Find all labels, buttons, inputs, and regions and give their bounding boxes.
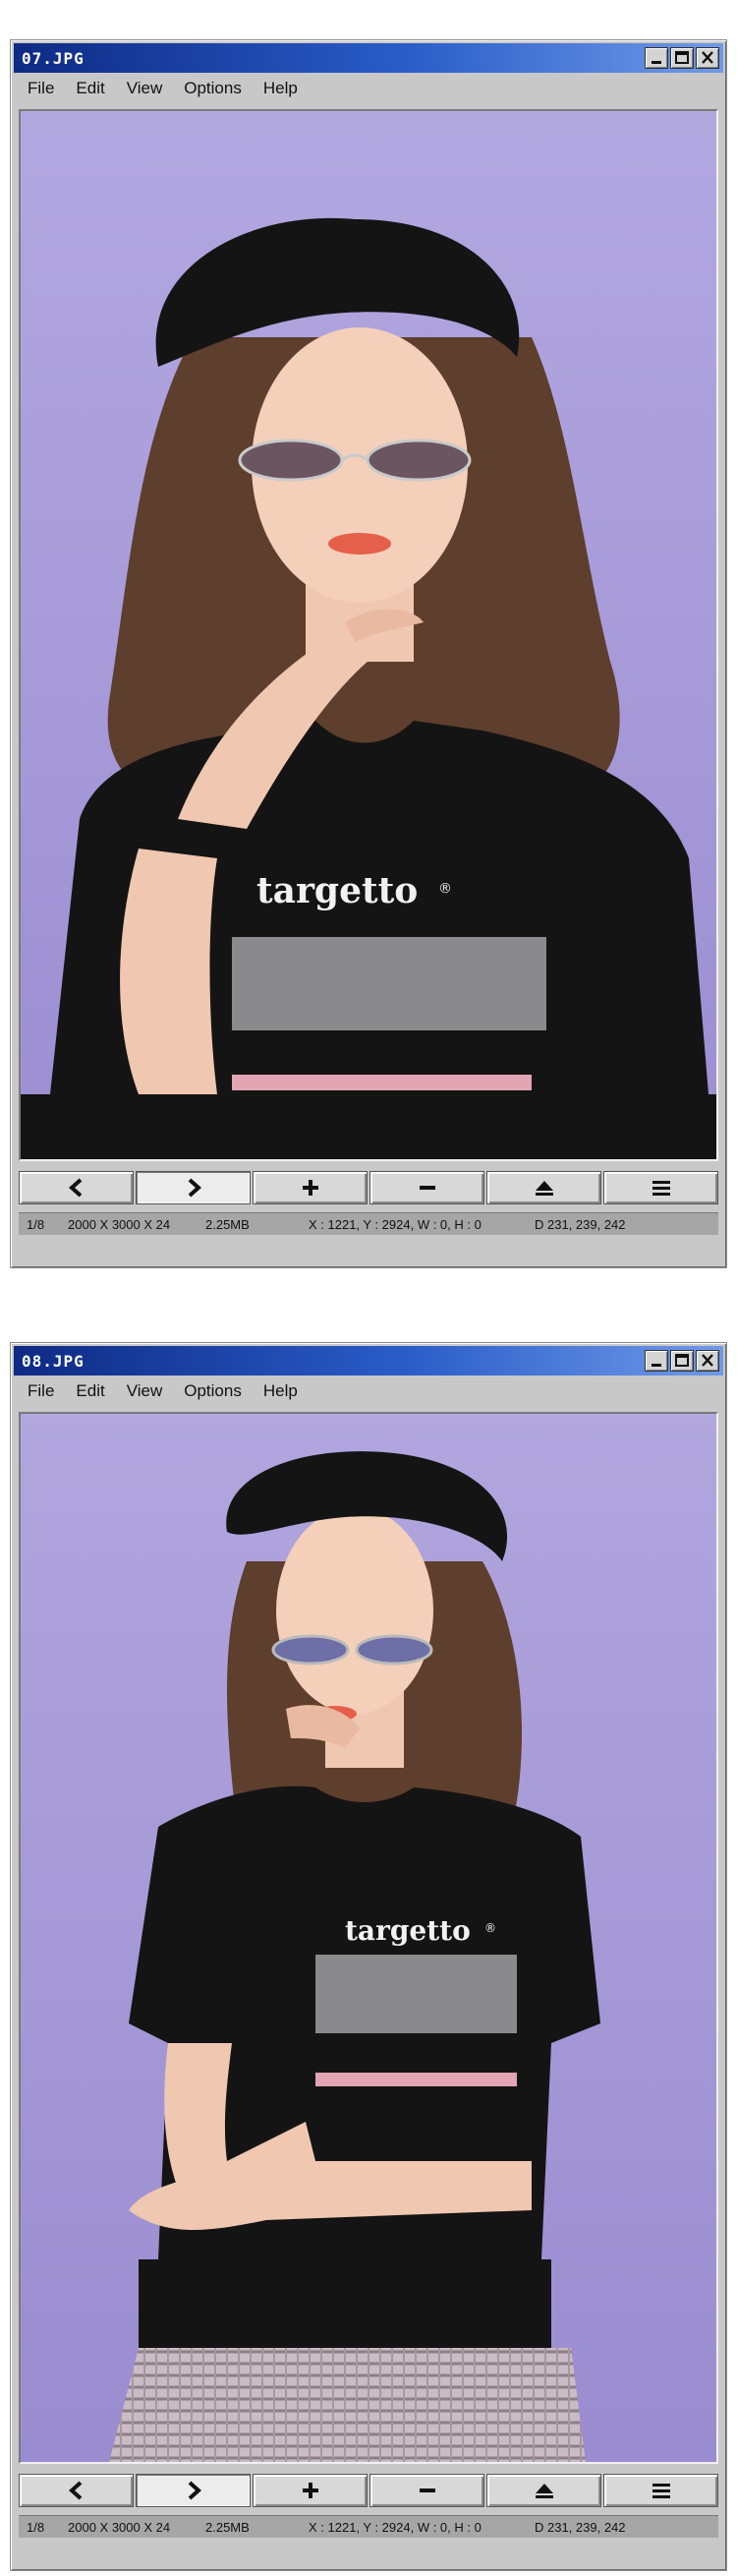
menu-file[interactable]: File [28, 79, 54, 98]
zoom-in-button[interactable] [253, 1171, 368, 1204]
menu-edit[interactable]: Edit [76, 1381, 104, 1401]
zoom-in-icon [302, 1180, 318, 1196]
next-button[interactable] [136, 2474, 251, 2507]
prev-button[interactable] [19, 1171, 134, 1204]
eject-button[interactable] [486, 1171, 601, 1204]
eject-icon [535, 1181, 553, 1196]
status-index: 1/8 [27, 1216, 45, 1232]
eject-icon [535, 2484, 553, 2498]
maximize-button[interactable] [670, 1350, 694, 1372]
shirt-logo-mark: ® [484, 1921, 496, 1935]
next-arrow-icon [188, 1178, 201, 1198]
status-coords: X : 1221, Y : 2924, W : 0, H : 0 [309, 2519, 482, 2535]
zoom-out-button[interactable] [369, 2474, 484, 2507]
minimize-button[interactable] [645, 47, 668, 69]
maximize-icon [675, 1354, 689, 1367]
menu-options[interactable]: Options [184, 1381, 242, 1401]
fashion-photo-07: targetto ® [21, 111, 716, 1159]
window-controls [645, 47, 719, 69]
menu-help[interactable]: Help [263, 1381, 298, 1401]
zoom-in-button[interactable] [253, 2474, 368, 2507]
image-viewer-window-2: 08.JPG File Edit View Options Help targe… [10, 1342, 727, 2571]
window-title: 08.JPG [22, 1352, 85, 1371]
maximize-icon [675, 51, 689, 64]
status-index: 1/8 [27, 2519, 45, 2535]
status-dimensions: 2000 X 3000 X 24 [68, 2519, 171, 2535]
title-bar[interactable]: 08.JPG [14, 1346, 723, 1376]
menu-button[interactable] [603, 1171, 718, 1204]
close-button[interactable] [696, 47, 719, 69]
status-size: 2.25MB [205, 1216, 250, 1232]
status-coords: X : 1221, Y : 2924, W : 0, H : 0 [309, 1216, 482, 1232]
menu-bar: File Edit View Options Help [14, 75, 723, 102]
close-icon [702, 51, 713, 64]
image-viewport[interactable]: targetto ® [19, 109, 718, 1161]
window-controls [645, 1350, 719, 1372]
menu-file[interactable]: File [28, 1381, 54, 1401]
next-button[interactable] [136, 1171, 251, 1204]
shirt-logo: targetto [256, 870, 418, 911]
menu-icon [652, 1181, 670, 1196]
shirt-logo: targetto [345, 1914, 471, 1947]
menu-help[interactable]: Help [263, 79, 298, 98]
prev-button[interactable] [19, 2474, 134, 2507]
status-bar: 1/8 2000 X 3000 X 24 2.25MB X : 1221, Y … [19, 2515, 718, 2538]
zoom-out-button[interactable] [369, 1171, 484, 1204]
close-button[interactable] [696, 1350, 719, 1372]
status-bar: 1/8 2000 X 3000 X 24 2.25MB X : 1221, Y … [19, 1212, 718, 1235]
menu-button[interactable] [603, 2474, 718, 2507]
fashion-photo-08: targetto ® [21, 1414, 716, 2462]
viewer-toolbar [19, 2474, 718, 2507]
status-color: D 231, 239, 242 [535, 1216, 626, 1232]
minimize-button[interactable] [645, 1350, 668, 1372]
maximize-button[interactable] [670, 47, 694, 69]
minimize-icon [652, 1364, 661, 1367]
window-title: 07.JPG [22, 49, 85, 68]
menu-options[interactable]: Options [184, 79, 242, 98]
close-icon [702, 1354, 713, 1367]
minimize-icon [652, 61, 661, 64]
menu-view[interactable]: View [127, 1381, 163, 1401]
zoom-out-icon [419, 1186, 435, 1190]
next-arrow-icon [188, 2481, 201, 2500]
status-size: 2.25MB [205, 2519, 250, 2535]
title-bar[interactable]: 07.JPG [14, 43, 723, 73]
menu-icon [652, 2484, 670, 2498]
status-color: D 231, 239, 242 [535, 2519, 626, 2535]
status-dimensions: 2000 X 3000 X 24 [68, 1216, 171, 1232]
shirt-logo-mark: ® [438, 881, 452, 897]
menu-bar: File Edit View Options Help [14, 1377, 723, 1405]
prev-arrow-icon [68, 2481, 82, 2500]
zoom-out-icon [419, 2488, 435, 2492]
prev-arrow-icon [68, 1178, 82, 1198]
image-viewer-window-1: 07.JPG File Edit View Options Help targe… [10, 39, 727, 1268]
eject-button[interactable] [486, 2474, 601, 2507]
viewer-toolbar [19, 1171, 718, 1204]
zoom-in-icon [302, 2483, 318, 2498]
menu-edit[interactable]: Edit [76, 79, 104, 98]
image-viewport[interactable]: targetto ® [19, 1412, 718, 2464]
menu-view[interactable]: View [127, 79, 163, 98]
